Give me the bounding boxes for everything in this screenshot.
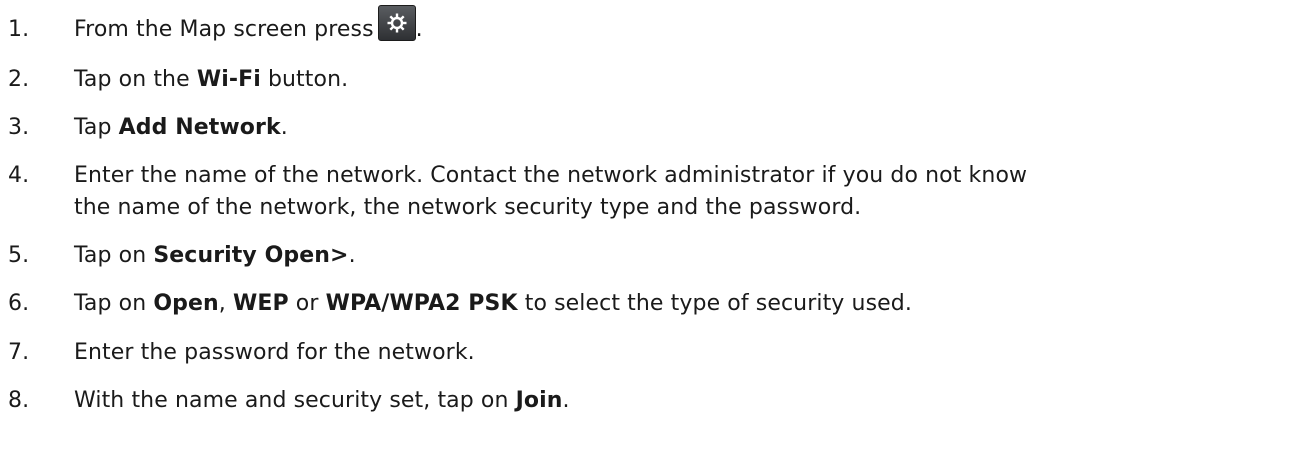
step-text-part: or bbox=[288, 291, 326, 316]
step-text-part: With the name and security set, tap on bbox=[74, 388, 516, 413]
step-text-part: Tap on bbox=[74, 291, 154, 316]
wpa-option-label: WPA/WPA2 PSK bbox=[325, 291, 518, 316]
step-number: 7. bbox=[8, 340, 30, 365]
wifi-button-label: Wi-Fi bbox=[196, 67, 261, 92]
step-number: 5. bbox=[8, 243, 30, 268]
step-text-part: . bbox=[280, 115, 288, 140]
step-text-part: to select the type of security used. bbox=[517, 291, 912, 316]
step-text: Tap Add Network. bbox=[74, 112, 1289, 144]
add-network-label: Add Network bbox=[118, 115, 281, 140]
step-text-part: Tap bbox=[74, 115, 119, 140]
step-text-part: . bbox=[348, 243, 356, 268]
step-text: Tap on Security Open>. bbox=[74, 240, 1289, 272]
step-number: 4. bbox=[8, 163, 30, 188]
step-number: 2. bbox=[8, 67, 30, 92]
step-text: Tap on the Wi-Fi button. bbox=[74, 64, 1289, 96]
join-label: Join bbox=[515, 388, 563, 413]
step-number: 6. bbox=[8, 291, 30, 316]
step-text: Tap on Open, WEP or WPA/WPA2 PSK to sele… bbox=[74, 288, 1289, 320]
step-text-part: Tap on the bbox=[74, 67, 197, 92]
security-open-label: Security Open> bbox=[153, 243, 349, 268]
step-text-line: Enter the name of the network. Contact t… bbox=[74, 163, 1028, 188]
step-text: From the Map screen press. bbox=[74, 5, 1289, 46]
step-text: Enter the name of the network. Contact t… bbox=[74, 160, 1289, 224]
step-text-line: the name of the network, the network sec… bbox=[74, 195, 862, 220]
step-text-part: button. bbox=[260, 67, 349, 92]
wep-option-label: WEP bbox=[232, 291, 289, 316]
step-text-part: , bbox=[218, 291, 233, 316]
step-text: With the name and security set, tap on J… bbox=[74, 385, 1289, 417]
gear-icon bbox=[377, 5, 416, 41]
step-number: 3. bbox=[8, 115, 30, 140]
step-text-part: Tap on bbox=[74, 243, 154, 268]
open-option-label: Open bbox=[153, 291, 219, 316]
step-number: 8. bbox=[8, 388, 30, 413]
step-text-part: . bbox=[415, 17, 423, 42]
step-number: 1. bbox=[8, 17, 30, 42]
step-text: Enter the password for the network. bbox=[74, 340, 475, 365]
step-text-part: From the Map screen press bbox=[74, 17, 374, 42]
step-text-part: . bbox=[562, 388, 570, 413]
